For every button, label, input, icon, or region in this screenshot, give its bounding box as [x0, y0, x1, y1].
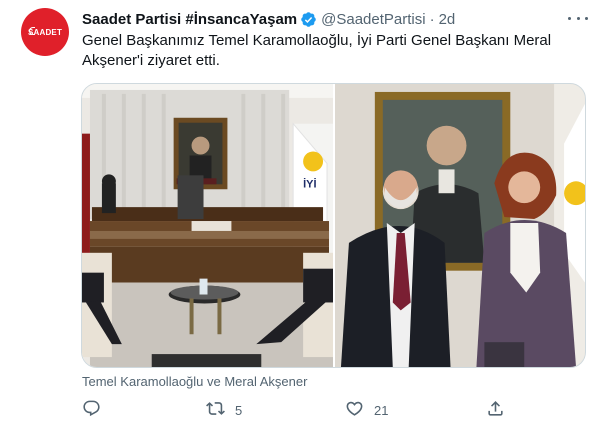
saadet-logo-icon [29, 27, 35, 35]
reply-button[interactable] [82, 399, 111, 421]
like-button[interactable]: 21 [345, 399, 388, 421]
tweet-text: Genel Başkanımız Temel Karamollaoğlu, İy… [82, 32, 552, 69]
more-icon[interactable] [568, 10, 588, 26]
media-grid: İYİ [81, 83, 586, 368]
tweet[interactable]: SAADET Saadet Partisi #İnsancaYaşam @Saa… [0, 0, 601, 429]
handle[interactable]: @SaadetPartisi [321, 11, 425, 28]
left-photo-flag-text: İYİ [303, 177, 316, 190]
avatar[interactable]: SAADET [21, 8, 69, 56]
photo-office-meeting[interactable]: İYİ [82, 84, 333, 367]
share-icon [486, 399, 505, 421]
like-count: 21 [374, 402, 389, 418]
tweet-header: Saadet Partisi #İnsancaYaşam @SaadetPart… [82, 9, 455, 29]
timestamp[interactable]: 2d [439, 11, 456, 28]
media-caption: Temel Karamollaoğlu ve Meral Akşener [82, 374, 308, 389]
reply-icon [82, 399, 101, 421]
display-name[interactable]: Saadet Partisi #İnsancaYaşam [82, 11, 297, 28]
action-bar: 5 21 [82, 399, 512, 421]
photo-portrait[interactable] [334, 84, 585, 367]
retweet-count: 5 [235, 402, 243, 418]
share-button[interactable] [486, 399, 515, 421]
separator-dot: · [429, 10, 435, 28]
verified-badge-icon [300, 11, 317, 28]
retweet-icon [206, 399, 225, 421]
retweet-button[interactable]: 5 [206, 399, 242, 421]
like-icon [345, 399, 364, 421]
